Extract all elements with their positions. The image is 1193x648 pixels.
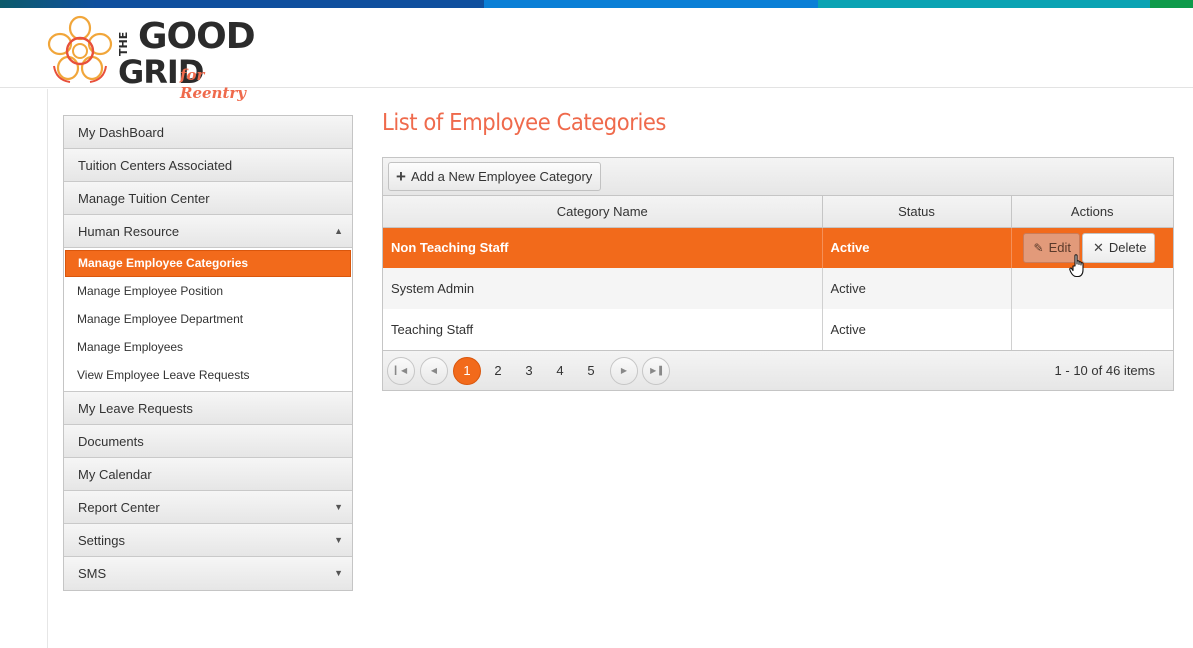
chevron-up-icon: ▲ [334,226,343,236]
table-row[interactable]: System Admin Active [383,268,1173,309]
submenu-item-manage-employee-position[interactable]: Manage Employee Position [64,277,352,305]
first-page-icon[interactable]: ▎◀ [387,357,415,385]
logo-the-text: THE [117,31,130,56]
sidebar-item-my-calendar[interactable]: My Calendar [64,458,352,491]
submenu-item-manage-employee-department[interactable]: Manage Employee Department [64,305,352,333]
chevron-down-icon: ▼ [334,568,343,578]
flower-logo-icon [47,15,113,83]
table-row[interactable]: Teaching Staff Active [383,309,1173,350]
employee-categories-grid: + Add a New Employee Category Category N… [382,157,1174,391]
pagination-bar: ▎◀ ◀ 1 2 3 4 5 ▶ ▶▐ 1 - 10 of 46 items [383,350,1173,390]
sidebar-item-my-leave-requests[interactable]: My Leave Requests [64,392,352,425]
logo-good-text: GOOD [138,16,256,57]
last-page-icon[interactable]: ▶▐ [642,357,670,385]
logo[interactable]: THE GOOD GRID for Reentry [46,14,266,102]
edit-label: Edit [1048,240,1071,256]
page-button-5[interactable]: 5 [577,357,605,385]
sidebar-item-label: Manage Tuition Center [78,191,210,206]
cell-status: Active [821,309,1011,350]
cell-category-name: Teaching Staff [391,322,474,337]
human-resource-submenu: Manage Employee Categories Manage Employ… [64,248,352,392]
cell-actions: ✎ Edit ✕ Delete [1010,227,1173,268]
delete-label: Delete [1108,240,1147,256]
pencil-icon: ✎ [1033,240,1044,255]
column-header-status[interactable]: Status [821,196,1011,228]
sidebar-item-settings[interactable]: Settings ▼ [64,524,352,557]
sidebar-item-human-resource[interactable]: Human Resource ▲ [64,215,352,248]
categories-table: Category Name Status Actions Non Teachin… [383,196,1173,350]
sidebar-item-sms[interactable]: SMS ▼ [64,557,352,590]
sidebar-item-label: Human Resource [78,224,180,239]
column-header-category-name[interactable]: Category Name [383,196,822,228]
sidebar-item-label: Documents [78,434,144,449]
cell-category-name: System Admin [383,268,822,309]
sidebar-item-manage-tuition-center[interactable]: Manage Tuition Center [64,182,352,215]
sidebar-item-report-center[interactable]: Report Center ▼ [64,491,352,524]
top-color-stripe [0,0,1193,8]
page-button-1[interactable]: 1 [453,357,481,385]
add-employee-category-button[interactable]: + Add a New Employee Category [388,162,602,191]
chevron-down-icon: ▼ [334,535,343,545]
sidebar-item-label: My Leave Requests [78,401,193,416]
plus-icon: + [396,167,406,186]
sidebar-item-label: Report Center [78,500,160,515]
page-button-2[interactable]: 2 [484,357,512,385]
prev-page-icon[interactable]: ◀ [420,357,448,385]
sidebar-item-label: My Calendar [78,467,152,482]
sidebar-item-dashboard[interactable]: My DashBoard [64,116,352,149]
cell-status: Active [821,268,1011,309]
cell-status: Active [821,227,1011,268]
logo-tagline: for Reentry [180,66,247,102]
sidebar-item-tuition-centers-associated[interactable]: Tuition Centers Associated [64,149,352,182]
cell-category-name: Non Teaching Staff [383,227,822,268]
next-page-icon[interactable]: ▶ [610,357,638,385]
hand-cursor-icon [1069,254,1084,278]
cell-actions [1010,309,1173,350]
sidebar-item-label: Settings [78,533,125,548]
grid-toolbar: + Add a New Employee Category [383,158,1173,196]
column-header-actions: Actions [1010,196,1173,228]
table-header-row: Category Name Status Actions [383,196,1173,228]
sidebar-item-label: SMS [78,566,107,581]
left-divider [47,89,48,648]
table-row[interactable]: Non Teaching Staff Active ✎ Edit ✕ Delet… [383,227,1173,268]
add-button-label: Add a New Employee Category [410,169,593,184]
chevron-down-icon: ▼ [334,502,343,512]
page-button-3[interactable]: 3 [515,357,543,385]
sidebar-menu: My DashBoard Tuition Centers Associated … [63,115,353,591]
sidebar-item-label: Tuition Centers Associated [78,158,233,173]
sidebar-item-documents[interactable]: Documents [64,425,352,458]
close-icon: ✕ [1092,239,1104,255]
pagination-info: 1 - 10 of 46 items [1054,363,1155,378]
submenu-item-manage-employees[interactable]: Manage Employees [64,333,352,361]
delete-button[interactable]: ✕ Delete [1081,232,1156,263]
header: THE GOOD GRID for Reentry [0,8,1193,102]
cell-actions [1010,268,1173,309]
submenu-item-view-employee-leave-requests[interactable]: View Employee Leave Requests [64,361,352,389]
page-title: List of Employee Categories [382,110,667,136]
page-button-4[interactable]: 4 [546,357,574,385]
submenu-item-manage-employee-categories[interactable]: Manage Employee Categories [65,250,351,277]
sidebar-item-label: My DashBoard [78,125,164,140]
